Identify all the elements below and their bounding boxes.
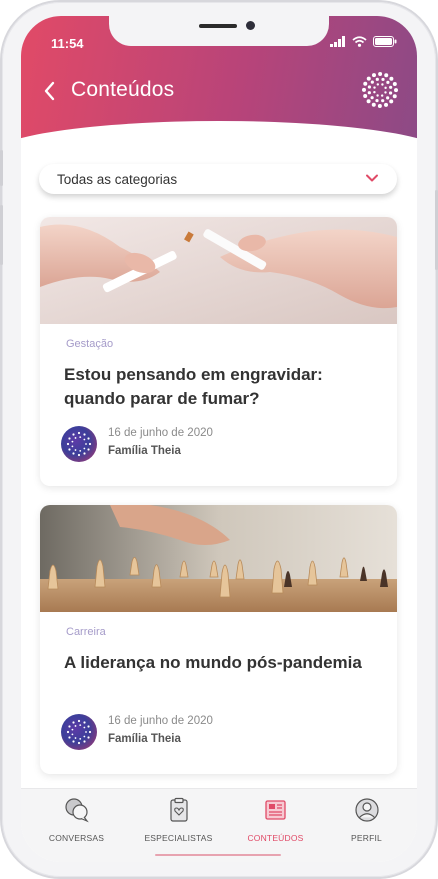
home-indicator xyxy=(155,854,281,856)
status-time: 11:54 xyxy=(51,36,84,51)
theia-logo-icon xyxy=(362,72,398,108)
article-category: Carreira xyxy=(66,626,106,638)
nav-label: ESPECIALISTAS xyxy=(144,833,213,843)
page-title: Conteúdos xyxy=(71,78,175,101)
clipboard-heart-icon xyxy=(170,797,188,822)
app-screen: 11:54 Conteúdos Todas as categorias Gest… xyxy=(21,16,417,862)
article-date: 16 de junho de 2020 xyxy=(108,427,213,439)
nav-label: PERFIL xyxy=(351,833,382,843)
signal-icon xyxy=(330,36,345,47)
status-icons xyxy=(330,36,397,47)
nav-label: CONVERSAS xyxy=(48,833,105,843)
article-card[interactable]: Gestação Estou pensando em engravidar: q… xyxy=(40,217,397,486)
article-card[interactable]: Carreira A liderança no mundo pós-pandem… xyxy=(40,505,397,774)
chat-bubbles-icon xyxy=(65,798,89,823)
author-avatar xyxy=(61,426,97,462)
bottom-navigation: CONVERSAS ESPECIALISTAS CONTEÚDOS PERFIL xyxy=(21,788,417,862)
speaker xyxy=(199,24,237,28)
theia-logo-icon xyxy=(66,431,92,457)
chess-pieces-photo xyxy=(40,505,397,612)
nav-conversas[interactable]: CONVERSAS xyxy=(27,789,126,859)
back-arrow-icon[interactable] xyxy=(41,80,59,102)
nav-perfil[interactable]: PERFIL xyxy=(317,789,416,859)
article-author: Família Theia xyxy=(108,733,181,745)
wifi-icon xyxy=(352,36,367,47)
article-title: A liderança no mundo pós-pandemia xyxy=(64,653,362,672)
battery-icon xyxy=(373,36,397,47)
front-camera xyxy=(246,21,255,30)
cigarette-breaking-photo xyxy=(40,217,397,324)
profile-icon xyxy=(355,798,379,822)
category-filter-dropdown[interactable]: Todas as categorias xyxy=(39,164,397,194)
theia-logo-icon xyxy=(66,719,92,745)
nav-label: CONTEÚDOS xyxy=(247,833,304,843)
nav-especialistas[interactable]: ESPECIALISTAS xyxy=(129,789,228,859)
article-author: Família Theia xyxy=(108,445,181,457)
phone-side-button xyxy=(0,205,3,265)
phone-notch xyxy=(109,16,329,46)
nav-conteudos[interactable]: CONTEÚDOS xyxy=(226,789,325,859)
newspaper-icon xyxy=(265,800,286,820)
article-date: 16 de junho de 2020 xyxy=(108,715,213,727)
article-category: Gestação xyxy=(66,338,114,350)
author-avatar xyxy=(61,714,97,750)
chevron-down-icon xyxy=(366,174,378,182)
category-filter-value: Todas as categorias xyxy=(57,171,178,187)
article-title: Estou pensando em engravidar: quando par… xyxy=(64,365,323,408)
phone-side-button xyxy=(0,150,3,186)
